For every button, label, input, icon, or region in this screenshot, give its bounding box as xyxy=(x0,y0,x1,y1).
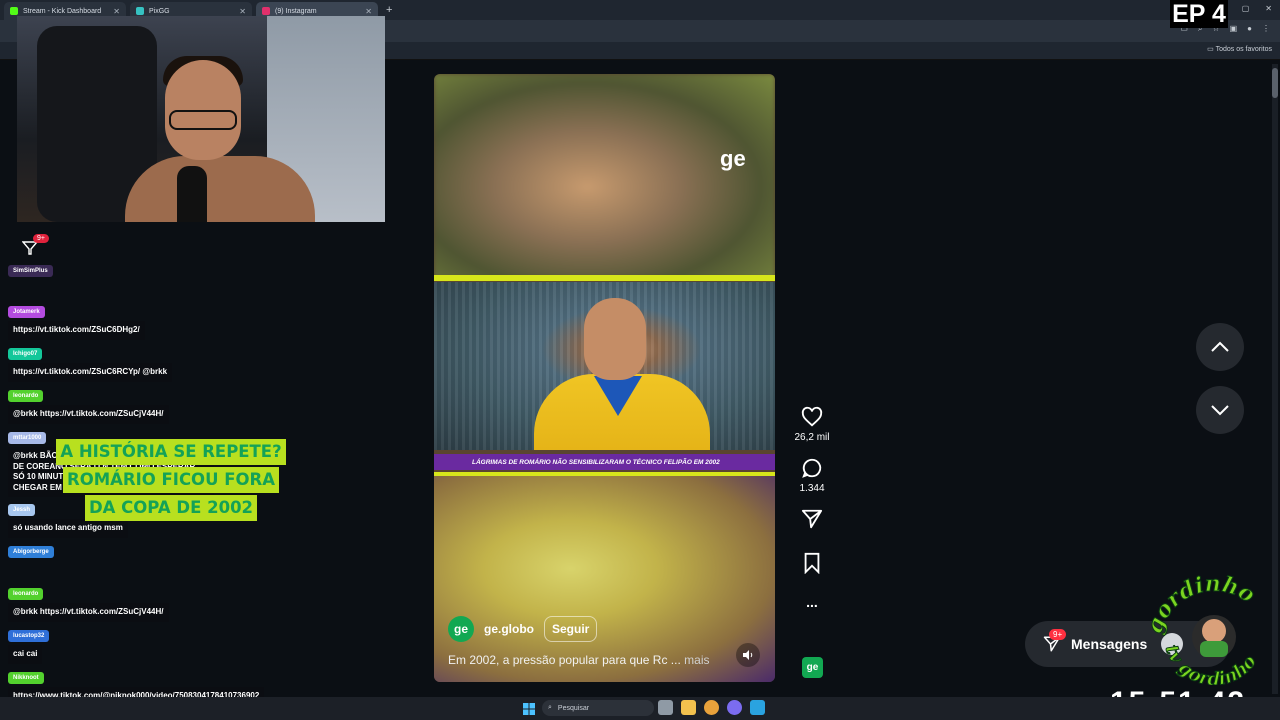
search-icon: ⌕ xyxy=(548,704,552,711)
caption-more-link[interactable]: mais xyxy=(684,653,709,667)
chat-message-text: cai cai xyxy=(8,645,43,664)
next-reel-button[interactable] xyxy=(1196,386,1244,434)
chat-username: leonardo xyxy=(8,588,44,600)
comment-count: 1.344 xyxy=(799,483,825,494)
chat-message: Ichigo07 https://vt.tiktok.com/ZSuC6RCYp/… xyxy=(8,342,173,382)
episode-label: EP 4 xyxy=(1170,0,1228,28)
messages-label: Mensagens xyxy=(1071,636,1148,652)
comment-icon[interactable] xyxy=(801,457,823,479)
share-action[interactable] xyxy=(801,508,823,530)
close-tab-icon[interactable]: ✕ xyxy=(239,7,246,16)
chat-username: Abigorberge xyxy=(8,546,54,558)
channel-watermark-logo: gordinho tv gordinho xyxy=(1150,575,1261,685)
chat-username: Jessh xyxy=(8,504,36,516)
account-avatar[interactable]: ge xyxy=(448,616,474,642)
maximize-icon[interactable]: ▢ xyxy=(1242,4,1250,13)
reel-video[interactable]: ge LÁGRIMAS DE ROMÁRIO NÃO SENSIBILIZARA… xyxy=(434,74,775,682)
chat-message-text: https://vt.tiktok.com/ZSuC6RCYp/ @brkk xyxy=(8,363,173,382)
extensions-icon[interactable]: ▣ xyxy=(1230,24,1238,34)
webcam-overlay xyxy=(17,16,385,222)
chat-message: Abigorberge xyxy=(8,540,54,558)
tab-label: (9) Instagram xyxy=(275,7,317,15)
task-view-icon[interactable] xyxy=(658,700,673,715)
chat-message: leonardo @brkk https://vt.tiktok.com/ZSuC… xyxy=(8,384,169,424)
caption-text: Em 2002, a pressão popular para que Rc .… xyxy=(448,653,681,667)
reel-headline: A HISTÓRIA SE REPETE? ROMÁRIO FICOU FORA… xyxy=(54,438,288,522)
ge-watermark: ge xyxy=(720,146,746,171)
chat-message: SimSimPlus xyxy=(8,259,53,277)
chat-username: Ichigo07 xyxy=(8,348,43,360)
like-action[interactable]: 26,2 mil xyxy=(794,406,830,443)
coach-scene xyxy=(434,282,775,450)
app-icon[interactable] xyxy=(727,700,742,715)
chrome-icon[interactable] xyxy=(704,700,719,715)
chat-message-text: https://vt.tiktok.com/ZSuC6DHg2/ xyxy=(8,321,145,340)
comment-action[interactable]: 1.344 xyxy=(799,457,825,494)
save-action[interactable] xyxy=(802,552,822,574)
action-rail: 26,2 mil 1.344 ... xyxy=(790,406,834,610)
kick-favicon-icon xyxy=(10,7,18,15)
divider-line xyxy=(434,275,775,281)
chat-notification-badge: 9+ xyxy=(33,234,49,243)
search-placeholder: Pesquisar xyxy=(557,704,590,712)
messages-badge: 9+ xyxy=(1049,629,1067,640)
chat-username: leonardo xyxy=(8,390,44,402)
audio-thumbnail[interactable]: ge xyxy=(802,657,823,678)
speaker-icon xyxy=(743,650,753,660)
more-options-button[interactable]: ... xyxy=(806,594,818,610)
all-bookmarks-folder[interactable]: ▭ Todos os favoritos xyxy=(1207,45,1272,53)
chevron-up-icon xyxy=(1211,341,1229,352)
headline-line: A HISTÓRIA SE REPETE? xyxy=(56,439,286,465)
share-icon[interactable] xyxy=(801,508,823,530)
bookmark-icon[interactable] xyxy=(802,552,822,574)
taskbar-apps xyxy=(658,700,765,715)
chat-username: lucastop32 xyxy=(8,630,50,642)
streamer-glasses xyxy=(169,110,237,130)
instagram-favicon-icon xyxy=(262,7,270,15)
taskbar-search[interactable]: ⌕ Pesquisar xyxy=(542,700,654,716)
chat-username: mttar1000 xyxy=(8,432,47,444)
chat-message-text: @brkk https://vt.tiktok.com/ZSuCjV44H/ xyxy=(8,603,169,622)
chat-message-text: @brkk https://vt.tiktok.com/ZSuCjV44H/ xyxy=(8,405,169,424)
blurred-background xyxy=(434,74,775,279)
reel-account: ge ge.globo Seguir xyxy=(448,616,598,642)
previous-reel-button[interactable] xyxy=(1196,323,1244,371)
streamer-body xyxy=(125,156,315,222)
headline-line: ROMÁRIO FICOU FORA xyxy=(63,467,279,493)
reel-caption: Em 2002, a pressão popular para que Rc .… xyxy=(448,653,710,667)
lower-background xyxy=(434,476,775,682)
new-tab-button[interactable]: + xyxy=(386,4,392,16)
pixgg-favicon-icon xyxy=(136,7,144,15)
account-name[interactable]: ge.globo xyxy=(484,622,534,636)
chat-message: lucastop32 cai cai xyxy=(8,624,50,664)
chat-username: SimSimPlus xyxy=(8,265,53,277)
news-ticker: LÁGRIMAS DE ROMÁRIO NÃO SENSIBILIZARAM O… xyxy=(434,454,775,470)
chevron-down-icon xyxy=(1211,405,1229,416)
close-tab-icon[interactable]: ✕ xyxy=(365,7,372,16)
chat-message: leonardo @brkk https://vt.tiktok.com/ZSuC… xyxy=(8,582,169,622)
close-tab-icon[interactable]: ✕ xyxy=(113,7,120,16)
coach-face xyxy=(584,298,646,380)
heart-icon[interactable] xyxy=(801,406,823,428)
all-bookmarks-label: Todos os favoritos xyxy=(1215,46,1272,53)
close-window-icon[interactable]: ✕ xyxy=(1265,4,1272,13)
menu-icon[interactable]: ⋮ xyxy=(1262,24,1270,34)
file-explorer-icon[interactable] xyxy=(681,700,696,715)
chat-username: Jotamerk xyxy=(8,306,45,318)
follow-button[interactable]: Seguir xyxy=(544,616,598,642)
mute-button[interactable] xyxy=(736,643,760,667)
tab-label: PixGG xyxy=(149,7,170,15)
windows-start-icon[interactable] xyxy=(523,703,535,715)
tab-label: Stream - Kick Dashboard xyxy=(23,7,102,15)
like-count: 26,2 mil xyxy=(794,432,830,443)
chat-message: Jotamerk https://vt.tiktok.com/ZSuC6DHg2/ xyxy=(8,300,145,340)
profile-icon[interactable]: ● xyxy=(1247,24,1252,34)
headline-line: DA COPA DE 2002 xyxy=(84,495,258,521)
microphone xyxy=(177,166,207,222)
scrollbar-thumb[interactable] xyxy=(1272,68,1278,98)
chat-username: Nikknoot xyxy=(8,672,44,684)
telegram-icon[interactable] xyxy=(750,700,765,715)
